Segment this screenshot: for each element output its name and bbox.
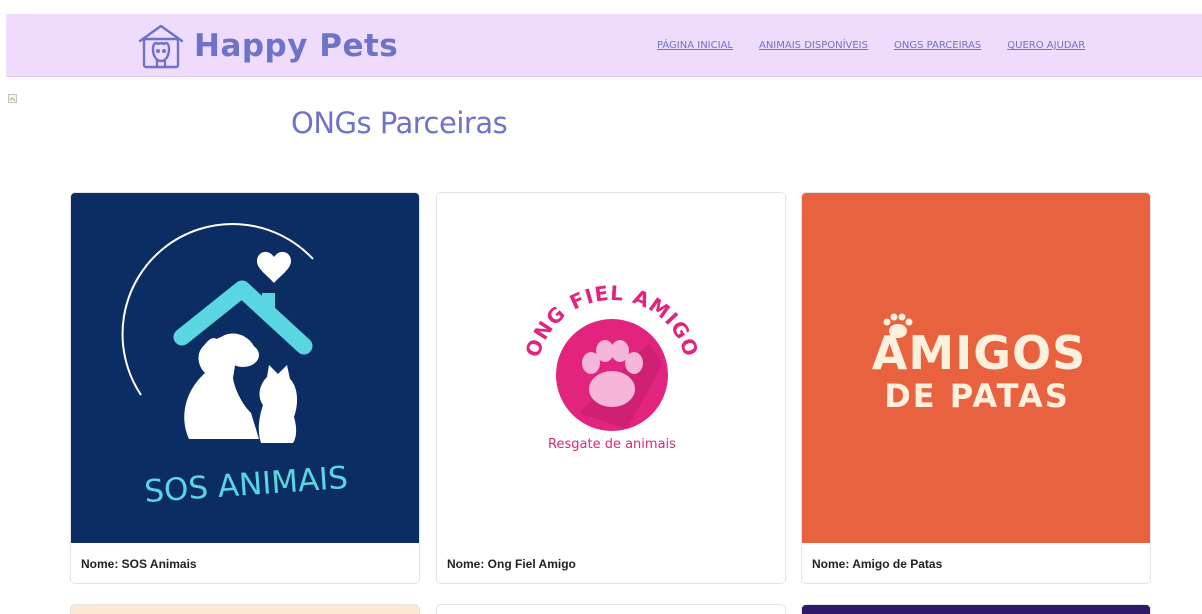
nav-link-home[interactable]: PÁGINA INICIAL: [657, 40, 733, 51]
ngo-card-fiel-amigo[interactable]: ONG FIEL AMIGO Resgate de animais Nome: …: [436, 192, 786, 584]
amigos-wordmark: AMIGOS: [872, 326, 1086, 380]
ngo-logo-fiel-amigo: ONG FIEL AMIGO Resgate de animais: [437, 193, 785, 543]
fiel-amigo-subtitle: Resgate de animais: [548, 437, 676, 452]
pet-house-icon: [136, 21, 186, 71]
page-title: ONGs Parceiras: [291, 106, 508, 140]
brand[interactable]: Happy Pets: [136, 14, 398, 77]
ngo-card-caption: Nome: Ong Fiel Amigo: [447, 557, 576, 571]
ngo-card-peek-1[interactable]: [70, 604, 420, 614]
broken-image-icon: [8, 90, 17, 103]
ngo-logo-amigo-de-patas: AMIGOS DE PATAS: [802, 193, 1150, 543]
ngo-card-sos-animais[interactable]: SOS ANIMAIS Nome: SOS Animais: [70, 192, 420, 584]
ngo-card-peek-2[interactable]: [436, 604, 786, 614]
de-patas-wordmark: DE PATAS: [884, 377, 1070, 415]
ngo-card-peek-3[interactable]: [801, 604, 1151, 614]
nav-link-want-to-help[interactable]: QUERO AJUDAR: [1007, 40, 1085, 51]
ngo-card-caption: Nome: SOS Animais: [81, 557, 197, 571]
main-nav: PÁGINA INICIAL ANIMAIS DISPONÍVEIS ONGS …: [657, 14, 1085, 77]
brand-name: Happy Pets: [194, 27, 399, 64]
ngo-card-amigo-de-patas[interactable]: AMIGOS DE PATAS Nome: Amigo de Patas: [801, 192, 1151, 584]
site-header: Happy Pets PÁGINA INICIAL ANIMAIS DISPON…: [6, 14, 1202, 77]
nav-link-partner-ngos[interactable]: ONGS PARCEIRAS: [894, 40, 981, 51]
ngo-card-caption: Nome: Amigo de Patas: [812, 557, 943, 571]
nav-link-available-animals[interactable]: ANIMAIS DISPONÍVEIS: [759, 40, 868, 51]
ngo-logo-sos-animais: SOS ANIMAIS: [71, 193, 419, 543]
